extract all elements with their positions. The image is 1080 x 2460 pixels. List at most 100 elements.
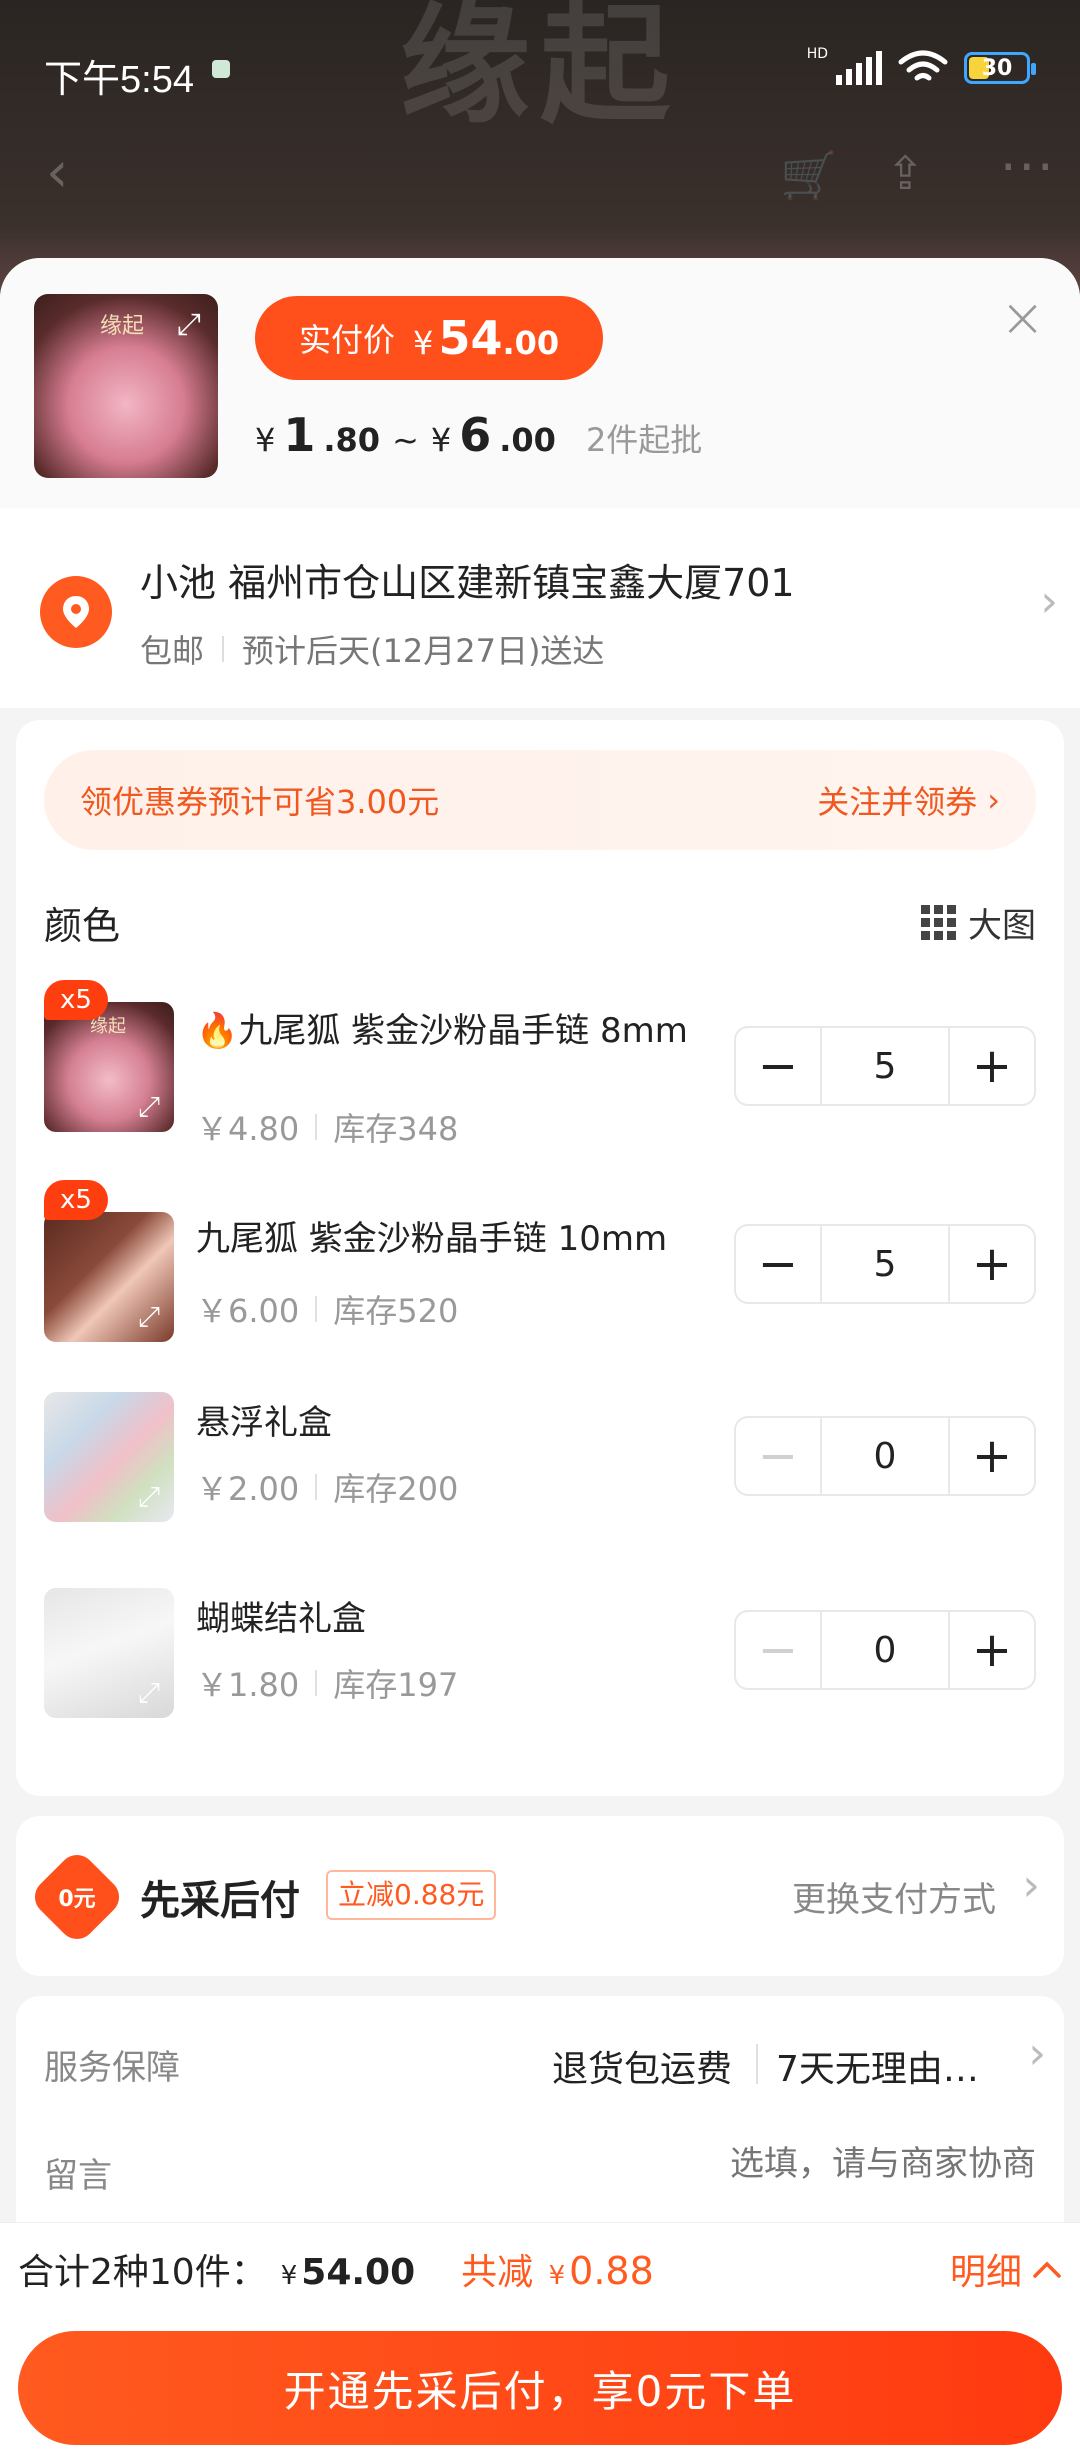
divider xyxy=(315,1474,318,1500)
increment-button[interactable]: + xyxy=(950,1418,1034,1494)
quantity-stepper: − 5 + xyxy=(734,1224,1036,1304)
sku-meta: ￥2.00 库存200 xyxy=(196,1464,458,1510)
decrement-button[interactable]: − xyxy=(736,1028,820,1104)
sku-meta: ￥4.80 库存348 xyxy=(196,1104,458,1150)
sku-image[interactable]: ⤢ xyxy=(44,1588,174,1718)
decrement-button[interactable]: − xyxy=(736,1418,820,1494)
status-icons: HD 30 xyxy=(807,46,1036,86)
service-item[interactable]: 7天无理由退货 xyxy=(776,2040,996,2092)
share-icon: ⇪ xyxy=(886,146,925,200)
range-high-dec: .00 xyxy=(499,421,556,459)
sku-image[interactable]: ⤢ xyxy=(44,1212,174,1342)
increment-button[interactable]: + xyxy=(950,1226,1034,1302)
quantity-value[interactable]: 5 xyxy=(820,1028,950,1104)
payment-title: 先采后付 xyxy=(140,1878,300,1924)
pay-later-icon-text: 0元 xyxy=(58,1887,96,1912)
price-range: ¥ 1.80 ~ ¥ 6.00 2件起批 xyxy=(255,408,702,462)
grid-icon xyxy=(921,905,956,940)
message-label: 留言 xyxy=(44,2156,112,2196)
range-low-dec: .80 xyxy=(323,421,381,459)
summary-label: 合计2种10件： xyxy=(18,2252,267,2293)
back-icon: ‹ xyxy=(46,140,69,205)
delivery-estimate: 预计后天(12月27日)送达 xyxy=(242,632,605,670)
sku-stock: 库存200 xyxy=(333,1470,459,1508)
address-text: 小池 福州市仓山区建新镇宝鑫大厦701 xyxy=(140,561,795,605)
discount-badge: 立减0.88元 xyxy=(326,1870,497,1920)
expand-icon[interactable]: ⤢ xyxy=(172,308,206,342)
delivery-info: 包邮 预计后天(12月27日)送达 xyxy=(140,626,604,672)
change-payment-link[interactable]: 更换支付方式 xyxy=(792,1872,996,1921)
total-value: 54.00 xyxy=(301,2252,416,2293)
divider xyxy=(756,2044,758,2084)
divider xyxy=(222,636,225,662)
quantity-stepper: − 0 + xyxy=(734,1416,1036,1496)
coupon-bar[interactable]: 领优惠券预计可省3.00元 关注并领券 › xyxy=(44,750,1036,850)
order-summary: 合计2种10件： ¥54.00 共减 ¥0.88 xyxy=(18,2243,654,2295)
quantity-value[interactable]: 0 xyxy=(820,1418,950,1494)
coupon-action-label: 关注并领券 xyxy=(817,783,978,821)
sku-image[interactable]: ⤢ xyxy=(44,1392,174,1522)
selected-qty-badge: x5 xyxy=(44,1180,108,1220)
final-price-label: 实付价 xyxy=(299,321,396,359)
range-high-int: 6 xyxy=(459,408,492,462)
divider xyxy=(315,1114,318,1140)
selected-qty-badge: x5 xyxy=(44,980,108,1020)
quantity-stepper: − 0 + xyxy=(734,1610,1036,1690)
sku-stock: 库存520 xyxy=(333,1292,459,1330)
service-card: 服务保障 退货包运费 7天无理由退货 › 留言 xyxy=(16,1996,1064,2256)
battery-icon: 30 xyxy=(964,52,1036,84)
quantity-value[interactable]: 0 xyxy=(820,1612,950,1688)
coupon-action[interactable]: 关注并领券 › xyxy=(817,777,1000,823)
divider xyxy=(315,1296,318,1322)
expand-icon[interactable]: ⤢ xyxy=(132,1676,166,1710)
submit-order-button[interactable]: 开通先采后付，享0元下单 xyxy=(18,2331,1062,2445)
big-image-label: 大图 xyxy=(968,906,1036,946)
decrement-button[interactable]: − xyxy=(736,1226,820,1302)
message-input[interactable] xyxy=(516,2144,1036,2184)
service-item[interactable]: 退货包运费 xyxy=(552,2040,732,2092)
discount-label: 共减 xyxy=(461,2252,534,2293)
sku-price: ￥1.80 xyxy=(196,1666,300,1704)
status-bar: 下午5:54 HD 30 xyxy=(0,0,1080,130)
sku-image[interactable]: 缘起 ⤢ xyxy=(44,1002,174,1132)
background-nav: ‹ 🛒 ⇪ ··· xyxy=(0,130,1080,230)
final-price-currency: ¥ xyxy=(413,324,434,362)
section-title-color: 颜色 xyxy=(44,904,121,948)
location-icon xyxy=(40,576,112,648)
big-image-toggle[interactable]: 大图 xyxy=(921,898,1036,947)
service-label: 服务保障 xyxy=(44,2048,180,2088)
sku-card: 领优惠券预计可省3.00元 关注并领券 › 颜色 大图 x5 缘起 ⤢ 🔥九尾狐… xyxy=(16,720,1064,1796)
payment-method-card[interactable]: 0元 先采后付 立减0.88元 更换支付方式 › xyxy=(16,1816,1064,1976)
quantity-stepper: − 5 + xyxy=(734,1026,1036,1106)
expand-icon[interactable]: ⤢ xyxy=(132,1090,166,1124)
increment-button[interactable]: + xyxy=(950,1028,1034,1104)
sku-name: 🔥九尾狐 紫金沙粉晶手链 8mm xyxy=(196,1008,716,1054)
sku-stock: 库存197 xyxy=(333,1666,459,1704)
sku-name: 九尾狐 紫金沙粉晶手链 10mm xyxy=(196,1219,668,1259)
shipping-label: 包邮 xyxy=(140,632,205,670)
detail-toggle[interactable]: 明细 xyxy=(950,2243,1062,2295)
expand-icon[interactable]: ⤢ xyxy=(132,1480,166,1514)
sku-row: ⤢ 悬浮礼盒 ￥2.00 库存200 − 0 + xyxy=(16,1392,1064,1542)
battery-level: 30 xyxy=(981,55,1013,81)
decrement-button[interactable]: − xyxy=(736,1612,820,1688)
discount-currency: ¥ xyxy=(548,2261,566,2291)
sku-price: ￥2.00 xyxy=(196,1470,300,1508)
expand-icon[interactable]: ⤢ xyxy=(132,1300,166,1334)
close-icon[interactable]: × xyxy=(1000,291,1045,345)
sku-row: x5 缘起 ⤢ 🔥九尾狐 紫金沙粉晶手链 8mm ￥4.80 库存348 − 5… xyxy=(16,980,1064,1152)
thumbnail-logo-text: 缘起 xyxy=(100,314,145,339)
address-card[interactable]: 小池 福州市仓山区建新镇宝鑫大厦701 包邮 预计后天(12月27日)送达 › xyxy=(0,508,1080,708)
sku-meta: ￥6.00 库存520 xyxy=(196,1286,458,1332)
sku-row: x5 ⤢ 九尾狐 紫金沙粉晶手链 10mm ￥6.00 库存520 − 5 + xyxy=(16,1180,1064,1352)
range-high-currency: ¥ xyxy=(430,421,452,459)
increment-button[interactable]: + xyxy=(950,1612,1034,1688)
cart-icon: 🛒 xyxy=(780,148,838,202)
product-thumbnail[interactable]: 缘起 ⤢ xyxy=(34,294,218,478)
sku-name-text: 九尾狐 紫金沙粉晶手链 8mm xyxy=(238,1011,688,1051)
quantity-value[interactable]: 5 xyxy=(820,1226,950,1302)
range-separator: ~ xyxy=(392,421,419,459)
chevron-right-icon: › xyxy=(1028,2028,1046,2079)
chevron-right-icon: › xyxy=(987,781,1000,819)
sku-price: ￥4.80 xyxy=(196,1110,300,1148)
